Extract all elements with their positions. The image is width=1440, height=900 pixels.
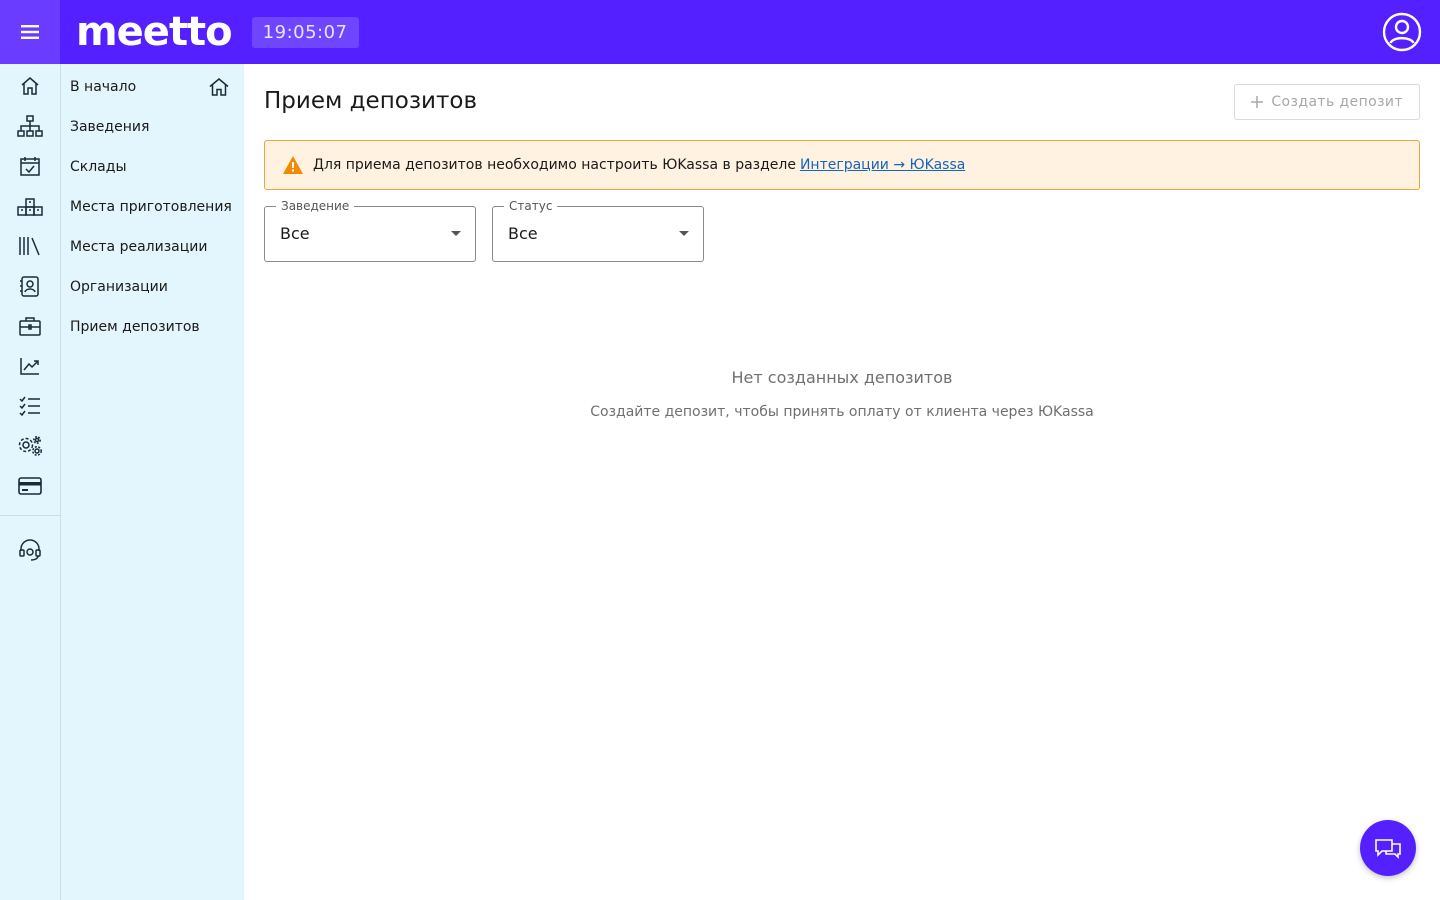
rail-item-support[interactable] [0, 530, 60, 570]
submenu-item-label: Прием депозитов [70, 319, 200, 335]
page-title: Прием депозитов [264, 88, 478, 114]
icon-rail [0, 64, 61, 900]
status-select[interactable]: Статус Все [492, 199, 704, 262]
create-deposit-label: Создать депозит [1271, 94, 1403, 110]
empty-state-subtitle: Создайте депозит, чтобы принять оплату о… [590, 404, 1094, 420]
rail-item-calendar[interactable] [0, 146, 60, 186]
submenu-item-label: Склады [70, 159, 127, 175]
submenu-item-organizations[interactable]: Организации [61, 267, 244, 307]
status-select-label: Статус [504, 199, 558, 213]
plus-icon [1251, 96, 1264, 108]
dropdown-arrow-icon [679, 231, 689, 236]
rail-item-settings[interactable] [0, 426, 60, 466]
hamburger-icon [21, 25, 39, 39]
rail-divider [0, 515, 60, 516]
clock: 19:05:07 [251, 16, 359, 48]
top-bar: meetto 19:05:07 [0, 0, 1440, 64]
profile-button[interactable] [1380, 10, 1424, 54]
submenu-item-label: Места приготовления [70, 199, 232, 215]
checklist-icon [19, 396, 40, 417]
status-select-value: Все [508, 224, 538, 243]
venue-select[interactable]: Заведение Все [264, 199, 476, 262]
contact-card-icon [20, 276, 39, 297]
rail-item-warehouse[interactable] [0, 186, 60, 226]
submenu-item-venues[interactable]: Заведения [61, 107, 244, 147]
briefcase-icon [19, 317, 41, 336]
rail-item-structure[interactable] [0, 106, 60, 146]
chat-bubbles-icon [1375, 839, 1401, 859]
rail-item-payments[interactable] [0, 466, 60, 506]
hamburger-menu-button[interactable] [0, 0, 60, 64]
warning-icon [282, 155, 304, 175]
warning-alert: Для приема депозитов необходимо настроит… [264, 140, 1420, 190]
rail-item-home[interactable] [0, 66, 60, 106]
org-structure-icon [17, 115, 43, 137]
submenu-item-kitchens[interactable]: Места приготовления [61, 187, 244, 227]
venue-select-value: Все [280, 224, 310, 243]
submenu-item-label: В начало [70, 79, 137, 95]
submenu-item-deposits[interactable]: Прием депозитов [61, 307, 244, 347]
credit-card-icon [18, 477, 42, 495]
submenu-item-warehouses[interactable]: Склады [61, 147, 244, 187]
submenu-item-start[interactable]: В начало [61, 67, 244, 107]
submenu-panel: В начало Заведения Склады Места приготов… [61, 64, 244, 900]
submenu-item-label: Заведения [70, 119, 150, 135]
settings-gears-icon [18, 436, 42, 456]
chat-button[interactable] [1360, 820, 1416, 876]
library-icon [19, 237, 40, 256]
support-headset-icon [19, 539, 41, 561]
home-icon [21, 77, 39, 95]
dropdown-arrow-icon [451, 231, 461, 236]
rail-item-tasks[interactable] [0, 386, 60, 426]
app-logo[interactable]: meetto [76, 0, 233, 64]
rail-item-business[interactable] [0, 306, 60, 346]
home-icon [209, 78, 229, 96]
calendar-check-icon [20, 157, 40, 176]
submenu-item-label: Организации [70, 279, 168, 295]
submenu-item-sales-points[interactable]: Места реализации [61, 227, 244, 267]
chart-icon [20, 358, 39, 375]
empty-state-title: Нет созданных депозитов [731, 368, 953, 387]
user-account-icon [1382, 12, 1422, 52]
submenu-item-label: Места реализации [70, 239, 208, 255]
rail-item-library[interactable] [0, 226, 60, 266]
integrations-link[interactable]: Интеграции → ЮKassa [800, 157, 965, 173]
rail-item-analytics[interactable] [0, 346, 60, 386]
create-deposit-button[interactable]: Создать депозит [1234, 84, 1420, 120]
rail-item-contacts[interactable] [0, 266, 60, 306]
venue-select-label: Заведение [276, 199, 355, 213]
warehouse-boxes-icon [17, 198, 43, 216]
alert-text: Для приема депозитов необходимо настроит… [313, 157, 796, 173]
